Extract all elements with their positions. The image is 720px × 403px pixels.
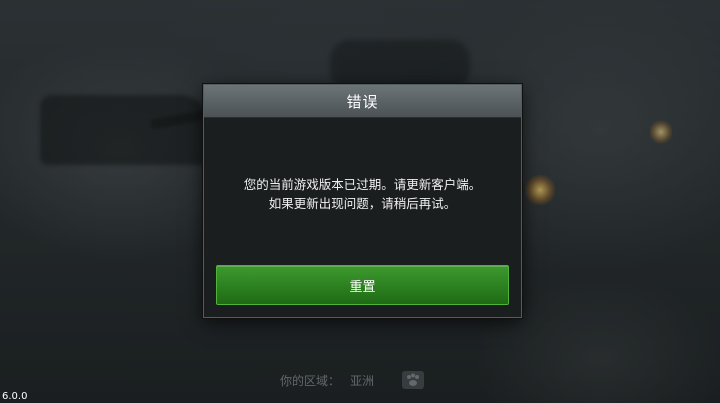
- message-line: 如果更新出现问题，请稍后再试。: [268, 196, 457, 211]
- region-value: 亚洲: [350, 373, 375, 388]
- error-dialog: 错误 您的当前游戏版本已过期。请更新客户端。 如果更新出现问题，请稍后再试。 重…: [203, 84, 522, 318]
- dialog-message: 您的当前游戏版本已过期。请更新客户端。 如果更新出现问题，请稍后再试。: [204, 175, 521, 213]
- region-label: 你的区域：: [280, 373, 341, 388]
- reset-button[interactable]: 重置: [216, 265, 509, 305]
- dialog-title: 错误: [346, 92, 379, 111]
- paw-icon: [400, 369, 426, 391]
- region-selector: 你的区域： 亚洲: [280, 370, 426, 390]
- version-label: 6.0.0: [2, 391, 28, 402]
- dialog-header: 错误: [204, 85, 521, 118]
- reset-button-label: 重置: [349, 279, 376, 295]
- message-line: 您的当前游戏版本已过期。请更新客户端。: [243, 177, 482, 192]
